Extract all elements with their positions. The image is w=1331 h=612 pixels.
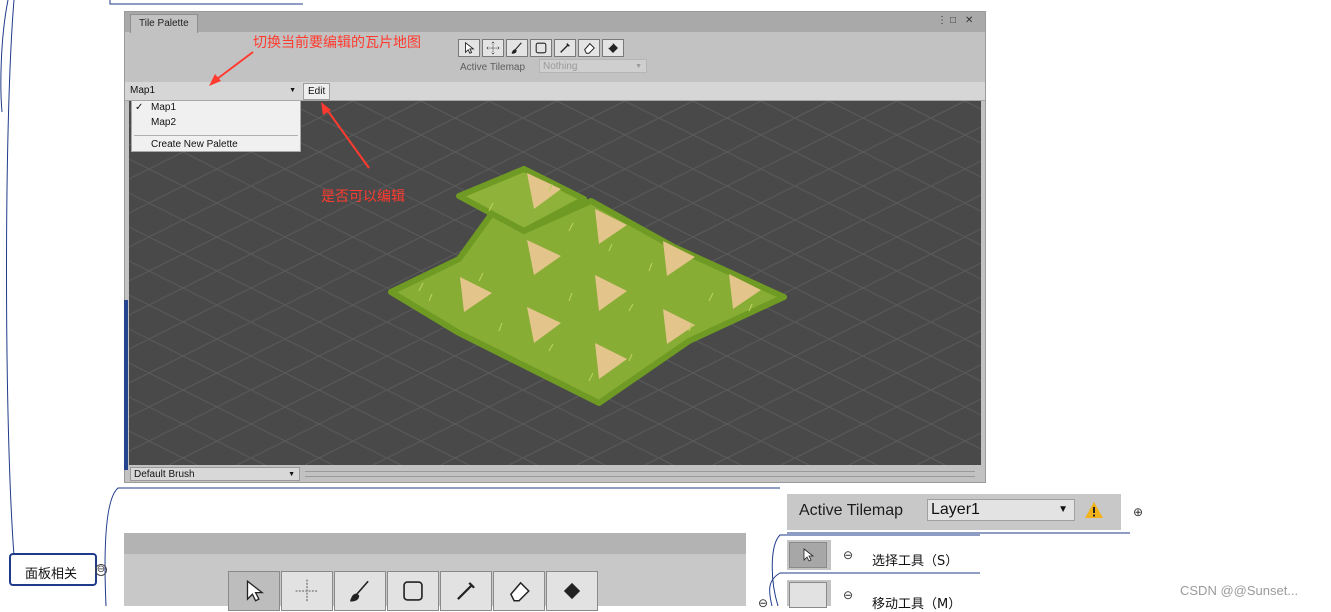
select-tool-thumbnail (787, 540, 831, 570)
collapse-icon[interactable]: ⊖ (842, 589, 854, 602)
move-arrows-icon (295, 579, 319, 603)
collapse-icon[interactable]: ⊖ (842, 549, 854, 562)
collapse-icon[interactable]: ⊖ (757, 597, 769, 610)
zoomed-toolbar-panel (124, 533, 746, 611)
brush-select-value: Default Brush (134, 469, 195, 480)
brush-bar: Default Brush ▼ (125, 466, 985, 482)
big-select-tool-button[interactable] (228, 571, 280, 611)
move-tool-label: 移动工具（M） (872, 597, 962, 612)
rectangle-icon (403, 581, 423, 601)
eyedropper-icon (457, 582, 475, 600)
zoomed-active-tilemap: Active Tilemap Layer1 ▼ (787, 494, 1121, 530)
warning-icon (1085, 502, 1103, 518)
big-move-tool-button[interactable] (281, 571, 333, 611)
move-tool-thumbnail (787, 580, 831, 608)
mindmap-node-panel[interactable]: 面板相关 (9, 553, 97, 586)
big-fill-tool-button[interactable] (546, 571, 598, 611)
collapse-icon[interactable]: ⊖ (95, 564, 107, 576)
mindmap-node-label: 面板相关 (25, 567, 78, 582)
expand-icon[interactable]: ⊕ (1132, 506, 1144, 519)
tile-palette-window: Tile Palette ⋮ □ ✕ Active Tilemap Nothin… (124, 11, 986, 483)
big-eraser-tool-button[interactable] (493, 571, 545, 611)
big-box-fill-tool-button[interactable] (387, 571, 439, 611)
zoomed-active-tilemap-value: Layer1 (931, 501, 980, 518)
eraser-icon (510, 581, 530, 602)
move-tool-thumb-button (789, 582, 827, 608)
zoomed-active-tilemap-select[interactable]: Layer1 ▼ (927, 499, 1075, 521)
cursor-icon (803, 548, 815, 562)
brush-icon (349, 580, 369, 602)
watermark: CSDN @@Sunset... (1180, 583, 1299, 598)
select-tool-label: 选择工具（S） (872, 554, 959, 569)
big-paint-tool-button[interactable] (334, 571, 386, 611)
big-picker-tool-button[interactable] (440, 571, 492, 611)
zoomed-active-tilemap-label: Active Tilemap (799, 502, 904, 519)
select-tool-thumb-button (789, 542, 827, 568)
chevron-down-icon: ▼ (288, 471, 295, 478)
brush-select[interactable]: Default Brush ▼ (130, 467, 300, 481)
paint-bucket-icon (563, 582, 581, 600)
annotation-arrows (209, 51, 370, 169)
chevron-down-icon: ▼ (1058, 504, 1068, 515)
scene-edge-strip (124, 300, 128, 470)
brush-bar-divider (305, 471, 975, 477)
cursor-icon (246, 579, 265, 602)
zoomed-toolbar-strip (124, 533, 746, 554)
